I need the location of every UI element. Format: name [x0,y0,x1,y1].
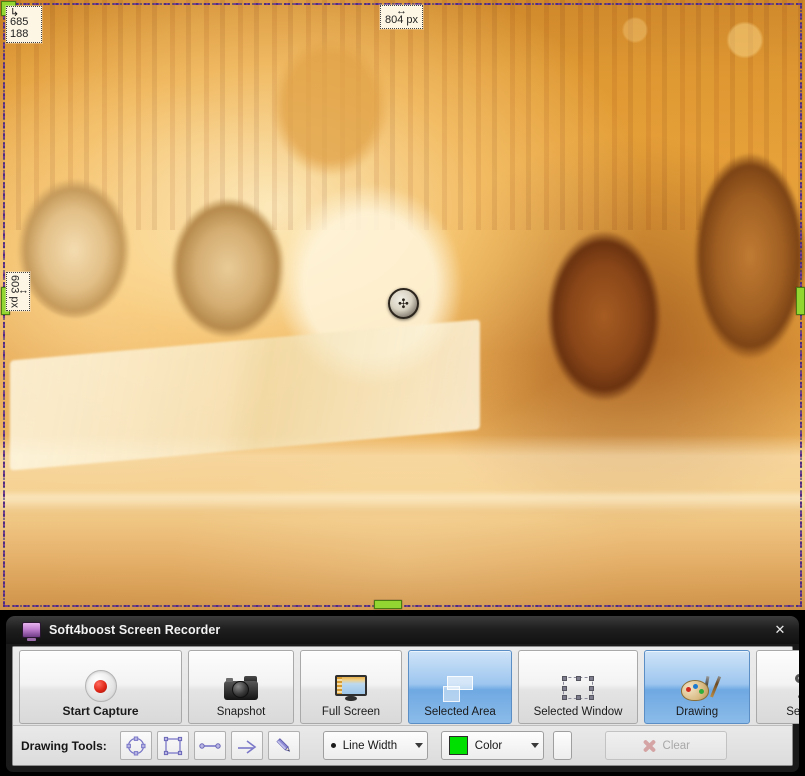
settings-button[interactable]: Settings [756,650,799,724]
screen-root: ↳ 685 188 ↔ 804 px ↕ 603 px ✣ Soft4boost… [0,0,805,776]
clear-label: Clear [663,740,690,752]
snapshot-button[interactable]: Snapshot [188,650,294,724]
app-monitor-icon [22,622,41,638]
color-label: Color [475,740,502,752]
move-crosshair-icon[interactable]: ✣ [388,288,419,319]
line-width-label: Line Width [343,740,397,752]
resize-handle-right[interactable] [796,287,805,315]
selected-area-button[interactable]: Selected Area [408,650,512,724]
close-icon[interactable]: ✕ [769,620,791,640]
width-value: 804 px [385,14,418,26]
height-value: 603 px [9,275,21,308]
start-capture-label: Start Capture [62,704,138,718]
rectangle-tool[interactable] [157,731,189,760]
ellipse-tool[interactable] [120,731,152,760]
drawing-button[interactable]: Drawing [644,650,750,724]
selected-window-label: Selected Window [534,706,623,718]
photo-mattress [0,435,805,610]
clear-button[interactable]: Clear [605,731,727,760]
drawing-label: Drawing [676,706,718,718]
width-badge: ↔ 804 px [380,5,423,29]
app-window: Soft4boost Screen Recorder ✕ Start Captu… [6,616,799,772]
chevron-down-icon [531,743,539,748]
line-icon [199,736,221,756]
line-tool[interactable] [194,731,226,760]
position-y-value: 188 [10,28,28,40]
record-dot-icon [85,670,117,702]
full-screen-label: Full Screen [322,706,380,718]
snapshot-label: Snapshot [217,706,266,718]
drawing-tools-row: Drawing Tools: [13,725,792,765]
position-x-value: 685 [10,16,28,28]
palette-icon [681,672,713,704]
selected-window-icon [563,672,593,704]
color-swatch [449,736,468,755]
wrench-hammer-icon [792,672,799,704]
main-toolbar: Start Capture Snapshot Full Screen [13,647,792,725]
arrow-tool[interactable] [231,731,263,760]
camera-icon [224,672,258,704]
color-dropdown[interactable]: Color [441,731,544,760]
drawing-tools-label: Drawing Tools: [21,739,107,753]
selected-area-label: Selected Area [424,706,496,718]
monitor-icon [335,672,367,704]
pencil-icon [274,736,294,756]
teddy-bear-3 [540,218,670,418]
chevron-down-icon [415,743,423,748]
photo-bedrail [0,494,805,514]
title-bar[interactable]: Soft4boost Screen Recorder ✕ [6,616,799,644]
rectangle-icon [163,736,183,756]
start-capture-button[interactable]: Start Capture [19,650,182,724]
full-screen-button[interactable]: Full Screen [300,650,402,724]
height-badge: ↕ 603 px [6,272,30,311]
selected-area-icon [443,672,477,704]
arrow-icon [236,736,258,756]
capture-area[interactable]: ↳ 685 188 ↔ 804 px ↕ 603 px ✣ [0,0,805,610]
app-body: Start Capture Snapshot Full Screen [12,646,793,766]
teddy-bear-1 [16,168,134,318]
red-x-icon [642,738,657,753]
settings-label: Settings [786,706,799,718]
ellipse-icon [126,736,146,756]
teddy-bear-4 [690,140,805,380]
pencil-tool[interactable] [268,731,300,760]
position-badge: ↳ 685 188 [6,6,42,43]
line-width-dropdown[interactable]: Line Width [323,731,428,760]
selected-window-button[interactable]: Selected Window [518,650,638,724]
line-width-dot-icon [331,743,336,748]
resize-handle-bottom[interactable] [374,600,402,609]
window-title: Soft4boost Screen Recorder [49,623,220,637]
vertical-arrow-icon: ↕ [20,275,28,308]
color-more-dropdown[interactable] [553,731,572,760]
